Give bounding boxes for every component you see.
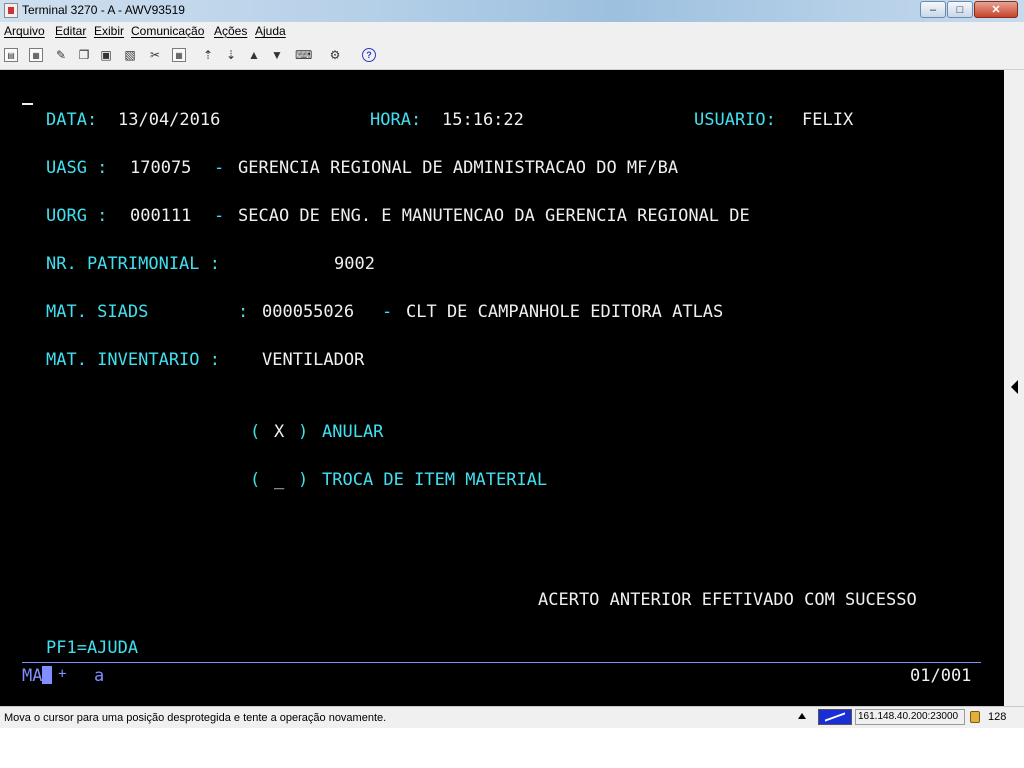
oia-cursor-block <box>42 666 53 684</box>
menu-ajuda[interactable]: Ajuda <box>255 24 286 38</box>
uasg-code: 170075 <box>130 158 192 178</box>
option-anular-open: ( <box>250 422 261 442</box>
option-anular-field[interactable]: X <box>274 422 284 442</box>
paste-special-icon[interactable]: ▧ <box>123 48 137 62</box>
hora-value: 15:16:22 <box>442 110 524 130</box>
option-troca-open: ( <box>250 470 261 490</box>
keyboard-icon[interactable]: ⌨ <box>295 48 312 62</box>
print-icon[interactable]: ▤ <box>4 48 18 62</box>
uorg-label: UORG : <box>46 206 108 226</box>
window-controls: – □ ✕ <box>919 1 1018 19</box>
uasg-name: GERENCIA REGIONAL DE ADMINISTRACAO DO MF… <box>238 158 679 178</box>
copy-icon[interactable]: ❐ <box>77 48 91 62</box>
minimize-button[interactable]: – <box>920 1 946 18</box>
siads-label: MAT. SIADS <box>46 302 149 322</box>
pf1-help: PF1=AJUDA <box>46 638 139 658</box>
data-label: DATA: <box>46 110 98 130</box>
inventario-value: VENTILADOR <box>262 350 365 370</box>
macro-icon[interactable]: ✂ <box>148 48 162 62</box>
menu-bar: Arquivo Editar Exibir Comunicação Ações … <box>0 22 1024 41</box>
close-button[interactable]: ✕ <box>974 1 1018 18</box>
send-file-icon[interactable]: ⇡ <box>201 48 215 62</box>
oia-indicator-text: MA <box>22 666 43 686</box>
usuario-value: FELIX <box>802 110 854 130</box>
uorg-name: SECAO DE ENG. E MANUTENCAO DA GERENCIA R… <box>238 206 750 226</box>
usuario-label: USUARIO: <box>694 110 776 130</box>
print-screen-icon[interactable]: ▦ <box>29 48 43 62</box>
uasg-dash: - <box>214 158 225 178</box>
patrimonial-value: 9002 <box>334 254 375 274</box>
hora-label: HORA: <box>370 110 422 130</box>
upload-icon[interactable]: ▲ <box>247 48 261 62</box>
option-troca-close: ) <box>298 470 309 490</box>
status-bar: Mova o cursor para uma posição desproteg… <box>0 706 1024 729</box>
uorg-dash: - <box>214 206 225 226</box>
host-address: 161.148.40.200:23000 <box>855 709 965 725</box>
siads-colon: : <box>238 302 249 322</box>
data-value: 13/04/2016 <box>118 110 221 130</box>
menu-editar[interactable]: Editar <box>55 24 86 38</box>
menu-comunicacao[interactable]: Comunicação <box>131 24 204 38</box>
option-troca-field[interactable]: _ <box>274 470 284 490</box>
toolbar: ▤ ▦ ✎ ❐ ▣ ▧ ✂ ▦ ⇡ ⇣ ▲ ▼ ⌨ ⚙ ? <box>0 41 1024 70</box>
siads-desc: CLT DE CAMPANHOLE EDITORA ATLAS <box>406 302 724 322</box>
download-icon[interactable]: ▼ <box>270 48 284 62</box>
oia-letter: a <box>94 666 105 686</box>
text-cursor <box>22 103 33 105</box>
option-anular-close: ) <box>298 422 309 442</box>
window-title: Terminal 3270 - A - AWV93519 <box>22 3 185 17</box>
status-bar-message: Mova o cursor para uma posição desproteg… <box>4 712 387 724</box>
uasg-label: UASG : <box>46 158 108 178</box>
edit-icon[interactable]: ✎ <box>54 48 68 62</box>
scroll-up-icon[interactable] <box>798 713 806 719</box>
connection-icon <box>818 709 852 725</box>
maximize-button[interactable]: □ <box>947 1 973 18</box>
terminal-app-icon[interactable] <box>4 3 18 18</box>
help-icon[interactable]: ? <box>362 48 376 62</box>
receive-file-icon[interactable]: ⇣ <box>224 48 238 62</box>
siads-dash: - <box>382 302 393 322</box>
terminal-screen[interactable]: DATA: 13/04/2016 HORA: 15:16:22 USUARIO:… <box>0 70 1004 706</box>
oia-separator <box>22 662 981 663</box>
side-panel-toggle[interactable] <box>1004 70 1024 706</box>
option-troca-label: TROCA DE ITEM MATERIAL <box>322 470 548 490</box>
option-anular-label: ANULAR <box>322 422 384 442</box>
oia-indicator: MA <box>22 666 53 686</box>
menu-acoes[interactable]: Ações <box>214 24 247 38</box>
lock-icon <box>970 711 980 723</box>
desktop-area <box>0 728 1024 768</box>
encryption-bits: 128 <box>988 711 1007 723</box>
patrimonial-label: NR. PATRIMONIAL : <box>46 254 220 274</box>
siads-code: 000055026 <box>262 302 355 322</box>
menu-arquivo[interactable]: Arquivo <box>4 24 45 38</box>
oia-page: 01/001 <box>910 666 972 686</box>
settings-icon[interactable]: ⚙ <box>328 48 342 62</box>
status-message: ACERTO ANTERIOR EFETIVADO COM SUCESSO <box>538 590 917 610</box>
uorg-code: 000111 <box>130 206 192 226</box>
keypad-icon[interactable]: ▦ <box>172 48 186 62</box>
paste-icon[interactable]: ▣ <box>99 48 113 62</box>
inventario-label: MAT. INVENTARIO : <box>46 350 220 370</box>
menu-exibir[interactable]: Exibir <box>94 24 124 38</box>
title-bar: Terminal 3270 - A - AWV93519 – □ ✕ <box>0 0 1024 23</box>
collapse-left-icon[interactable] <box>1011 380 1018 394</box>
oia-plus: + <box>58 666 67 682</box>
